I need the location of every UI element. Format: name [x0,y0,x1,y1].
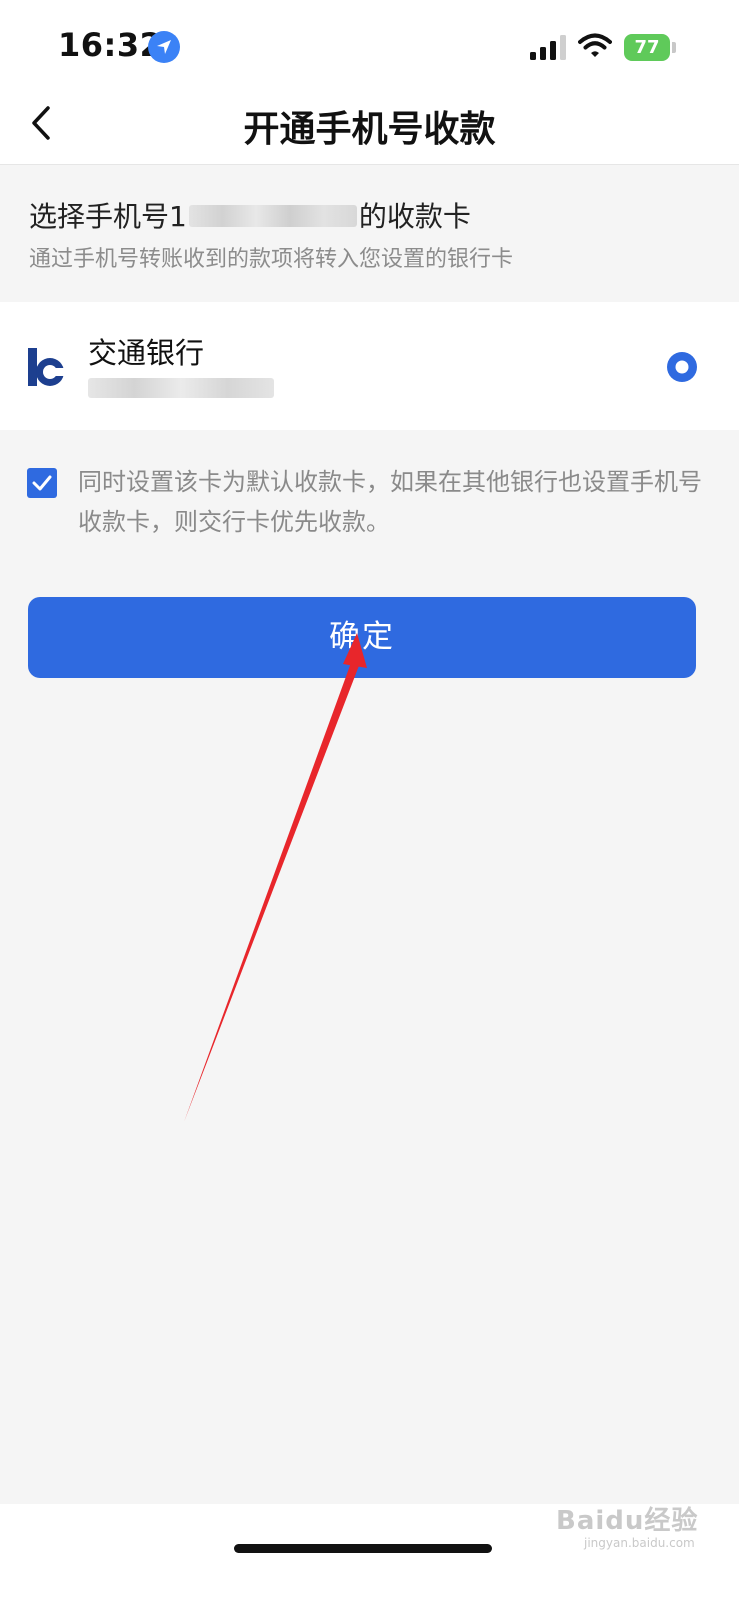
battery-icon: 77 [624,34,670,61]
intro-subtitle: 通过手机号转账收到的款项将转入您设置的银行卡 [29,247,514,272]
watermark-url: jingyan.baidu.com [584,1536,695,1550]
masked-card-number [88,378,274,398]
navigation-bar: 开通手机号收款 [0,86,739,165]
default-card-description: 同时设置该卡为默认收款卡，如果在其他银行也设置手机号收款卡，则交行卡优先收款。 [78,468,702,536]
page-title: 开通手机号收款 [243,109,496,150]
confirm-button[interactable]: 确定 [28,597,696,678]
intro-section: 选择手机号1 的收款卡 通过手机号转账收到的款项将转入您设置的银行卡 [0,165,739,302]
checkmark-icon [32,475,52,491]
watermark: Baidu经验 [556,1506,699,1536]
battery-cap [672,42,676,53]
masked-phone-number [188,205,357,227]
intro-title-prefix: 选择手机号1 [29,200,187,233]
home-indicator[interactable] [234,1544,492,1553]
status-bar: 16:32 77 [0,0,739,86]
default-card-checkbox[interactable] [27,468,57,498]
card-radio-button[interactable] [666,351,698,387]
status-time: 16:32 [58,26,163,64]
location-arrow-icon [148,31,180,63]
intro-title: 选择手机号1 的收款卡 [29,195,471,235]
bank-name: 交通银行 [88,336,205,370]
bank-logo-icon [26,346,68,388]
cellular-signal-icon [530,34,566,60]
radio-selected-icon [667,352,697,382]
bank-card-option[interactable]: 交通银行 [0,302,739,430]
intro-title-suffix: 的收款卡 [358,200,471,233]
wifi-icon [578,32,612,64]
